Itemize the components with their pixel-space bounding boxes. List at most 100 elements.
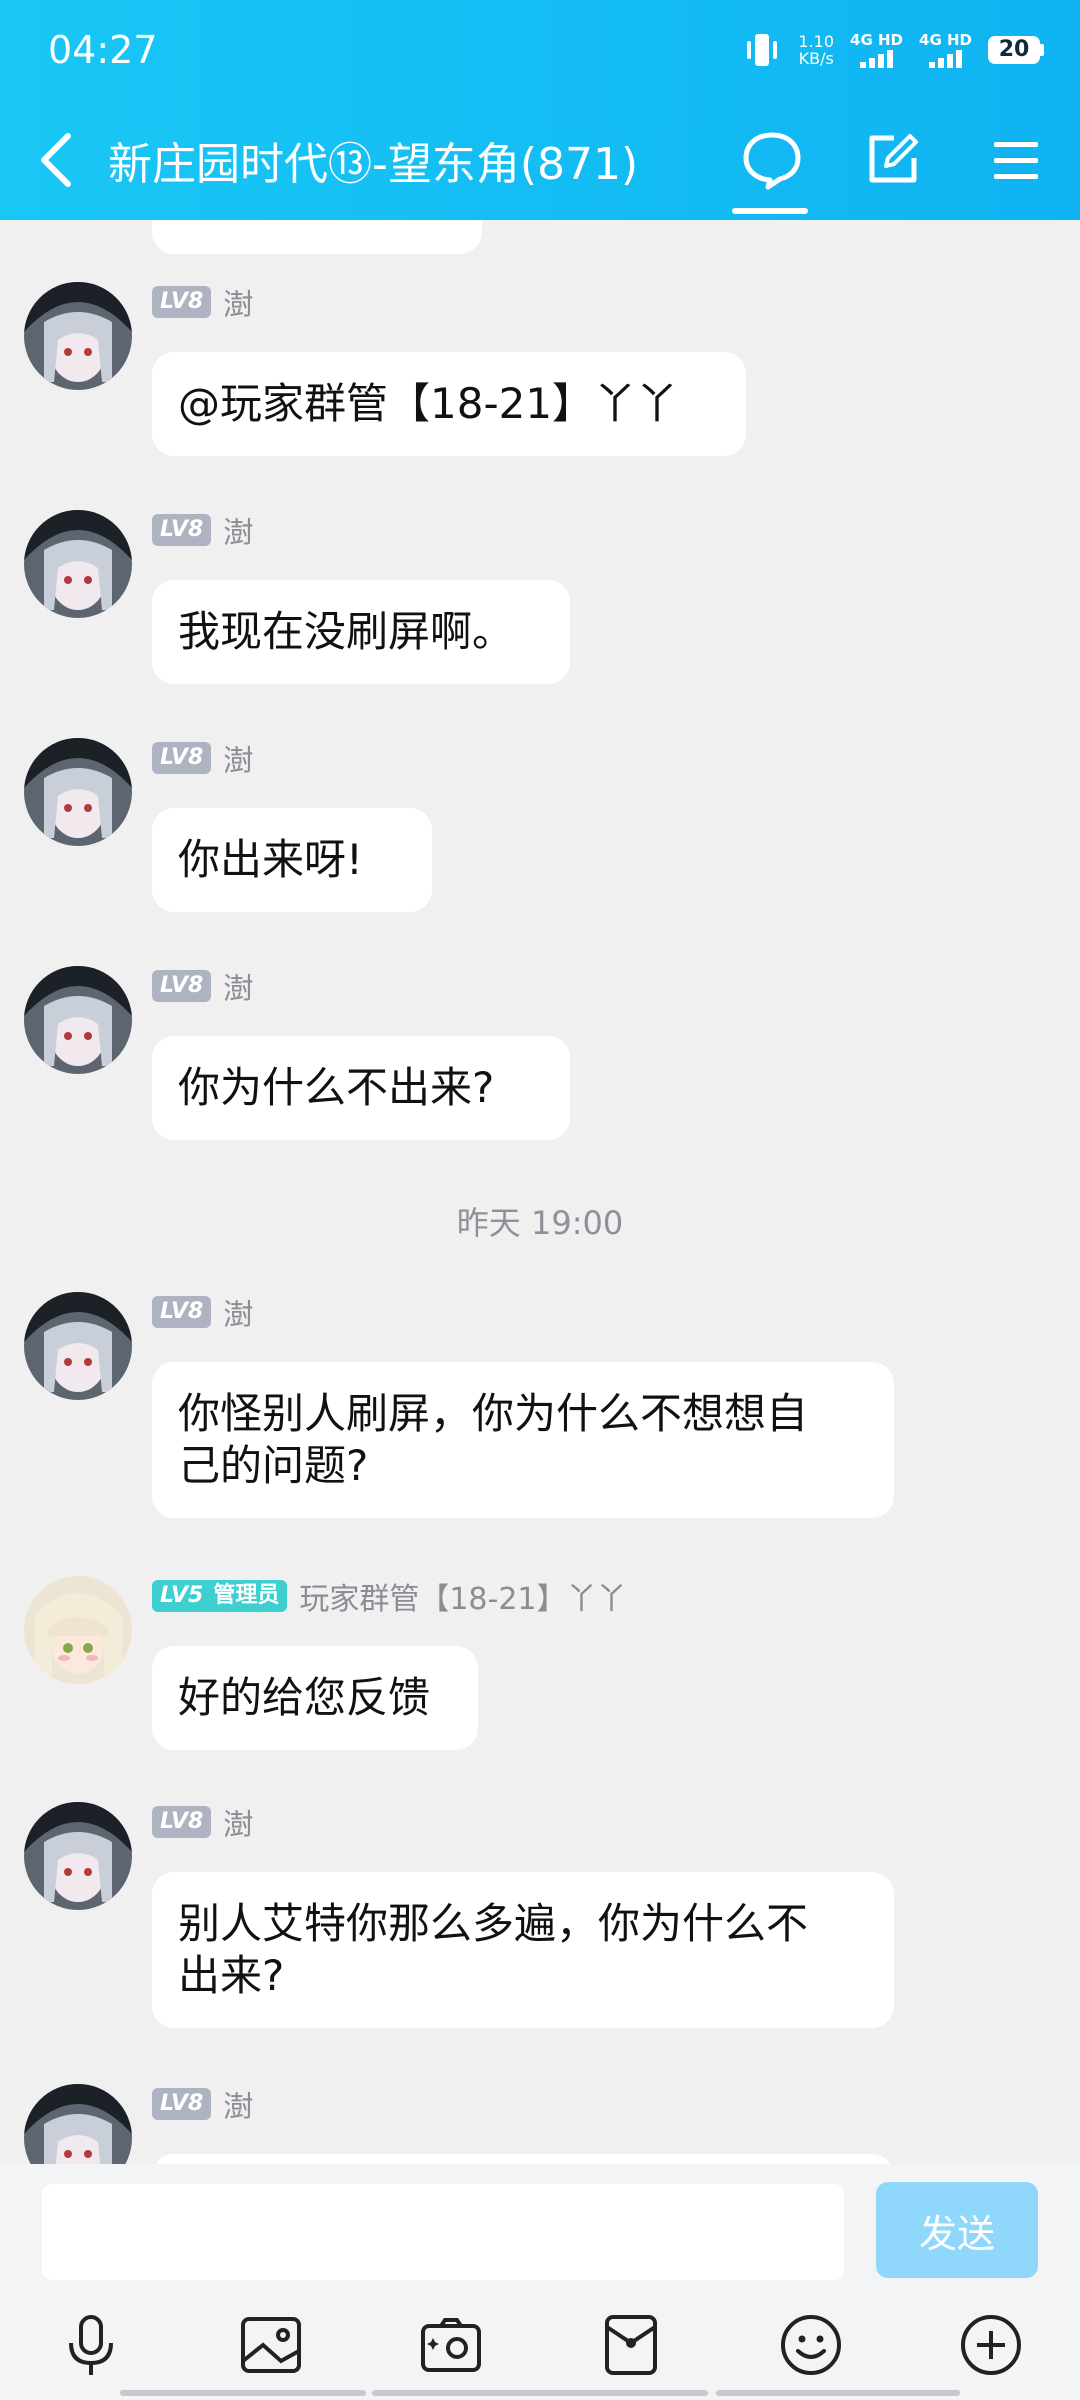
network-speed-unit: KB/s [798, 49, 834, 68]
sender-name[interactable]: 澍 [223, 1800, 253, 1844]
menu-button[interactable] [976, 120, 1056, 200]
emoji-button[interactable] [776, 2310, 846, 2380]
battery-level: 20 [988, 36, 1040, 64]
message-text-line: 别人艾特你那么多遍，你为什么不 [178, 1899, 809, 1948]
level-badge: LV8 [152, 2088, 212, 2120]
back-icon [41, 133, 71, 187]
sender-name[interactable]: 澍 [223, 2082, 253, 2126]
avatar[interactable] [24, 738, 132, 846]
sim1-signal: 4G HD [850, 32, 903, 68]
voice-button[interactable] [56, 2310, 126, 2380]
sender-meta: LV5 管理员 玩家群管【18-21】丫丫 [152, 1578, 627, 1617]
plus-icon [961, 2315, 1021, 2375]
message-item: LV8 澍 你出来呀! [0, 738, 1080, 938]
avatar[interactable] [24, 510, 132, 618]
message-item: LV8 澍 我现在没刷屏啊。 [0, 510, 1080, 710]
red-packet-button[interactable] [596, 2310, 666, 2380]
chat-tab-button[interactable] [732, 120, 812, 200]
level-badge: LV8 [152, 742, 212, 774]
sender-meta: LV8 澍 [152, 968, 253, 1007]
sender-name[interactable]: 澍 [223, 964, 253, 1008]
sim2-label: 4G HD [919, 30, 972, 49]
message-item: LV8 澍 别人艾特你那么多遍，你为什么不 出来? [0, 1802, 1080, 2062]
header: 04:27 1.10 KB/s 4G HD 4G HD 20 新庄园时代⑬-望东… [0, 0, 1080, 220]
sender-meta: LV8 澍 [152, 740, 253, 779]
camera-button[interactable] [416, 2310, 486, 2380]
message-text: 我现在没刷屏啊。 [178, 607, 515, 656]
sender-name[interactable]: 澍 [223, 1290, 253, 1334]
message-item: LV8 澍 你怪别人刷屏，你为什么不想想自 己的问题? [0, 1292, 1080, 1552]
network-speed-value: 1.10 [798, 32, 835, 51]
message-bubble[interactable]: 你出来呀! [152, 808, 432, 912]
message-bubble[interactable]: 好的给您反馈 [152, 1646, 478, 1750]
message-bubble[interactable]: 别人艾特你那么多遍，你为什么不 出来? [152, 1872, 894, 2028]
image-button[interactable] [236, 2310, 306, 2380]
status-indicators: 1.10 KB/s 4G HD 4G HD 20 [742, 28, 1044, 72]
message-item: LV8 澍 [0, 2084, 1080, 2164]
network-speed: 1.10 KB/s [798, 33, 834, 67]
time-divider: 昨天 19:00 [456, 1204, 624, 1242]
sender-meta: LV8 澍 [152, 2086, 253, 2125]
message-bubble[interactable]: 我现在没刷屏啊。 [152, 580, 570, 684]
signal-bars-icon [860, 48, 894, 68]
back-button[interactable] [28, 122, 84, 198]
message-bubble[interactable]: 你为什么不出来? [152, 1036, 570, 1140]
avatar[interactable] [24, 2084, 132, 2164]
message-text: 你出来呀! [178, 835, 363, 884]
battery-icon: 20 [988, 36, 1044, 64]
message-bubble[interactable] [152, 220, 482, 254]
avatar[interactable] [24, 966, 132, 1074]
status-time: 04:27 [48, 28, 158, 72]
sender-name[interactable]: 玩家群管【18-21】丫丫 [299, 1574, 626, 1618]
vibrate-icon [742, 32, 782, 68]
sender-name[interactable]: 澍 [223, 280, 253, 324]
sender-meta: LV8 澍 [152, 1804, 253, 1843]
message-item: LV8 澍 @玩家群管【18-21】丫丫 [0, 282, 1080, 482]
level-badge: LV8 [152, 1806, 212, 1838]
message-item: LV8 澍 你为什么不出来? [0, 966, 1080, 1166]
role-text: 管理员 [213, 1583, 280, 1608]
title-bar: 新庄园时代⑬-望东角(871) [0, 100, 1080, 220]
sender-meta: LV8 澍 [152, 512, 253, 551]
image-icon [241, 2317, 301, 2373]
message-item: LV5 管理员 玩家群管【18-21】丫丫 好的给您反馈 [0, 1576, 1080, 1776]
chat-title: 新庄园时代⑬-望东角(871) [108, 139, 639, 190]
chat-bubble-icon [743, 132, 801, 190]
active-tab-indicator [732, 208, 808, 214]
input-bar: 发送 [0, 2164, 1080, 2400]
microphone-icon [69, 2315, 113, 2375]
avatar[interactable] [24, 1292, 132, 1400]
avatar[interactable] [24, 1576, 132, 1684]
level-text: LV5 [160, 1583, 204, 1608]
message-text: 你为什么不出来? [178, 1063, 495, 1112]
send-button[interactable]: 发送 [876, 2182, 1038, 2278]
sender-name[interactable]: 澍 [223, 736, 253, 780]
message-bubble[interactable]: 你怪别人刷屏，你为什么不想想自 己的问题? [152, 1362, 894, 1518]
message-text-line: 己的问题? [178, 1441, 369, 1490]
input-toolbar [0, 2310, 1080, 2380]
emoji-icon [781, 2315, 841, 2375]
edit-button[interactable] [852, 120, 932, 200]
message-list[interactable]: LV8 澍 @玩家群管【18-21】丫丫 LV8 澍 我现在没刷屏啊。 LV8 … [0, 220, 1080, 2164]
message-input[interactable] [42, 2184, 844, 2280]
level-badge: LV8 [152, 286, 212, 318]
more-button[interactable] [956, 2310, 1026, 2380]
message-text-line: 出来? [178, 1951, 285, 2000]
level-badge: LV8 [152, 970, 212, 1002]
sender-name[interactable]: 澍 [223, 508, 253, 552]
gesture-bar [0, 2390, 1080, 2398]
admin-level-badge: LV5 管理员 [152, 1580, 288, 1612]
edit-icon [869, 134, 918, 183]
message-bubble[interactable] [152, 2154, 894, 2164]
message-text: @玩家群管【18-21】丫丫 [178, 379, 679, 428]
sim2-signal: 4G HD [919, 30, 972, 68]
message-text: 好的给您反馈 [178, 1673, 431, 1722]
message-bubble[interactable]: @玩家群管【18-21】丫丫 [152, 352, 746, 456]
camera-icon [421, 2318, 481, 2372]
level-badge: LV8 [152, 1296, 212, 1328]
signal-bars-icon [929, 48, 962, 68]
avatar[interactable] [24, 1802, 132, 1910]
avatar[interactable] [24, 282, 132, 390]
level-badge: LV8 [152, 514, 212, 546]
red-packet-icon [605, 2315, 657, 2375]
